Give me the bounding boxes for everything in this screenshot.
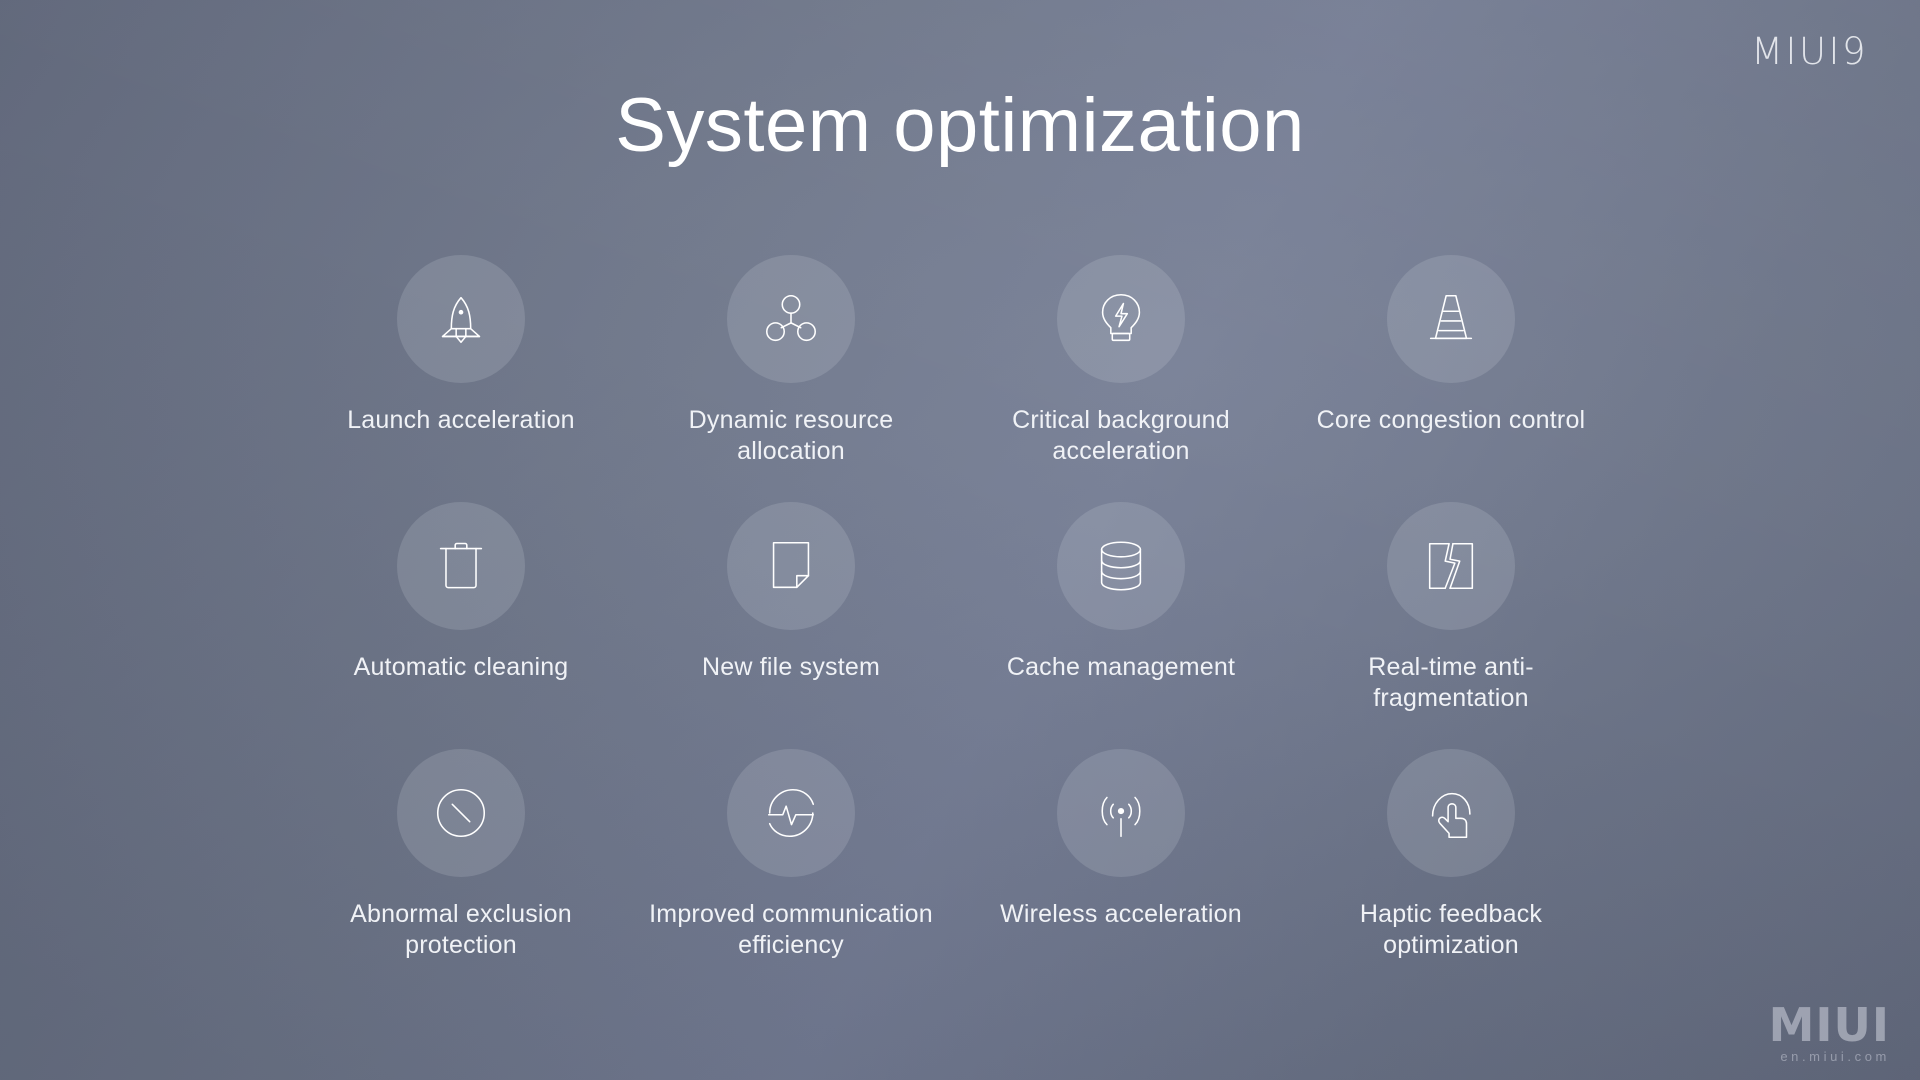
feature-label: Core congestion control	[1316, 406, 1586, 434]
feature-item[interactable]: Wireless acceleration	[956, 749, 1286, 996]
feature-item[interactable]: Cache management	[956, 502, 1286, 749]
feature-label: Launch acceleration	[347, 406, 575, 434]
fragmented-block-icon	[1420, 535, 1482, 597]
prohibition-circle-icon	[430, 782, 492, 844]
feature-icon-badge	[1387, 749, 1515, 877]
tap-gesture-icon	[1420, 782, 1482, 844]
traffic-cone-icon	[1420, 288, 1482, 350]
database-stack-icon	[1090, 535, 1152, 597]
feature-item[interactable]: Improved communication efficiency	[626, 749, 956, 996]
feature-icon-badge	[1387, 502, 1515, 630]
feature-item[interactable]: Abnormal exclusion protection	[296, 749, 626, 996]
feature-grid: Launch acceleration Dynamic resource all…	[296, 255, 1616, 996]
page-title: System optimization	[615, 83, 1305, 168]
feature-label: Dynamic resource allocation	[688, 406, 894, 465]
miui9-logo: MIUI9	[1751, 30, 1868, 73]
feature-item[interactable]: New file system	[626, 502, 956, 749]
feature-item[interactable]: Dynamic resource allocation	[626, 255, 956, 502]
feature-icon-badge	[1057, 502, 1185, 630]
rocket-icon	[430, 288, 492, 350]
resource-nodes-icon	[760, 288, 822, 350]
trash-can-icon	[430, 535, 492, 597]
feature-icon-badge	[727, 502, 855, 630]
watermark-logo-text: MIUI	[1768, 998, 1890, 1053]
feature-label: New file system	[701, 653, 881, 681]
feature-item[interactable]: Haptic feedback optimization	[1286, 749, 1616, 996]
feature-label: Abnormal exclusion protection	[350, 900, 572, 959]
miui-watermark: MIUI en.miui.com	[1768, 998, 1890, 1064]
feature-label: Improved communication efficiency	[649, 900, 933, 959]
slide-canvas: MIUI9 System optimization Launch acceler…	[0, 0, 1920, 1080]
feature-icon-badge	[727, 749, 855, 877]
feature-icon-badge	[397, 749, 525, 877]
feature-label: Real-time anti-fragmentation	[1368, 653, 1534, 712]
file-document-icon	[760, 535, 822, 597]
feature-label: Cache management	[1006, 653, 1236, 681]
feature-item[interactable]: Real-time anti-fragmentation	[1286, 502, 1616, 749]
feature-label: Haptic feedback optimization	[1359, 900, 1543, 959]
feature-item[interactable]: Automatic cleaning	[296, 502, 626, 749]
pulse-circle-icon	[760, 782, 822, 844]
feature-item[interactable]: Core congestion control	[1286, 255, 1616, 502]
broadcast-antenna-icon	[1090, 782, 1152, 844]
feature-icon-badge	[727, 255, 855, 383]
watermark-url: en.miui.com	[1780, 1049, 1890, 1064]
feature-icon-badge	[397, 255, 525, 383]
feature-icon-badge	[1057, 749, 1185, 877]
feature-icon-badge	[1387, 255, 1515, 383]
feature-icon-badge	[397, 502, 525, 630]
feature-label: Automatic cleaning	[353, 653, 569, 681]
lightbulb-bolt-icon	[1090, 288, 1152, 350]
feature-label: Critical background acceleration	[1012, 406, 1230, 465]
feature-label: Wireless acceleration	[1000, 900, 1242, 928]
feature-item[interactable]: Critical background acceleration	[956, 255, 1286, 502]
feature-icon-badge	[1057, 255, 1185, 383]
feature-item[interactable]: Launch acceleration	[296, 255, 626, 502]
